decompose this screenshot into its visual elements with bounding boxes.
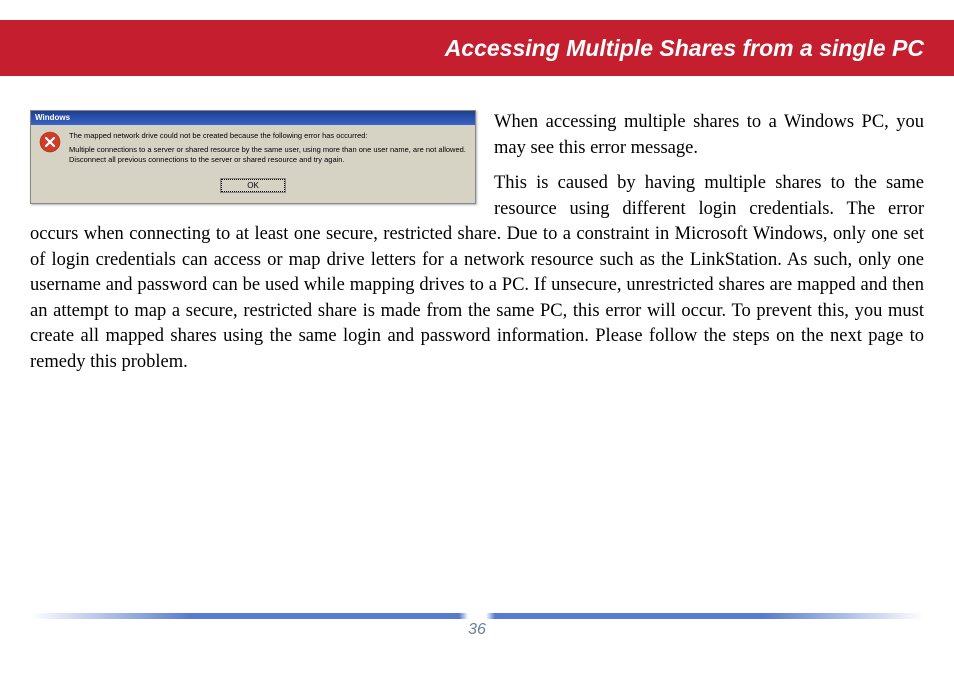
windows-error-dialog: Windows The mapped network drive could n… [30,110,476,204]
error-icon [39,131,61,153]
page-title: Accessing Multiple Shares from a single … [445,35,924,62]
dialog-button-row: OK [31,175,475,203]
dialog-body: The mapped network drive could not be cr… [31,125,475,175]
dialog-message-line2: Multiple connections to a server or shar… [69,145,467,165]
page-number: 36 [468,621,486,638]
footer-rule [30,613,924,619]
ok-button[interactable]: OK [221,179,285,192]
dialog-text: The mapped network drive could not be cr… [69,131,467,173]
paragraph-2-rest: The error occurs when connecting to at l… [30,199,924,372]
error-dialog-screenshot: Windows The mapped network drive could n… [30,110,476,204]
footer: 36 [30,613,924,641]
dialog-message-line1: The mapped network drive could not be cr… [69,131,467,141]
content-area: Windows The mapped network drive could n… [0,76,954,385]
dialog-titlebar: Windows [31,111,475,125]
header-band: Accessing Multiple Shares from a single … [0,20,954,76]
